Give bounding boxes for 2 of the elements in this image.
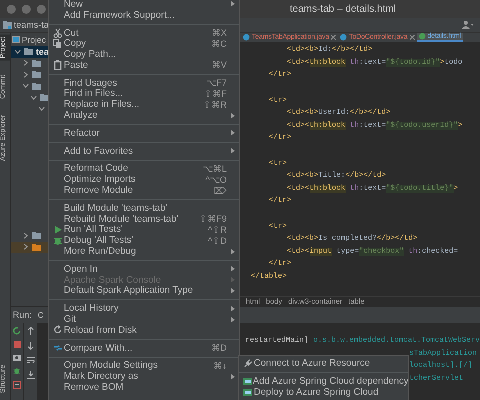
run-label: Run: — [13, 310, 32, 320]
window-title: teams-tab – details.html — [290, 4, 396, 14]
